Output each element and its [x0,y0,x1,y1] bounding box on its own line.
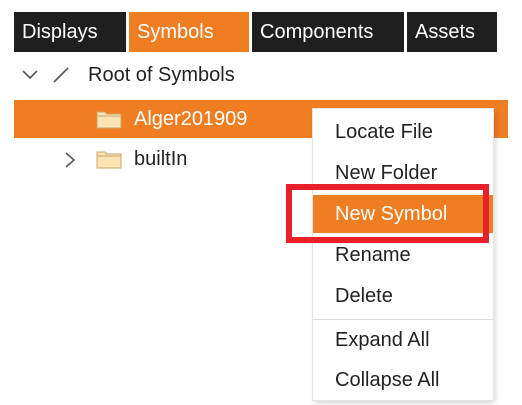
tree-root-row[interactable]: Root of Symbols [22,58,322,92]
slash-icon [52,67,69,83]
tree-item-builtin[interactable]: builtIn [62,142,282,176]
tree-item-label: builtIn [134,148,188,170]
tab-assets[interactable]: Assets [407,12,497,52]
context-menu: Locate File New Folder New Symbol Rename… [313,109,493,400]
menu-item-new-symbol[interactable]: New Symbol [313,195,493,233]
symbols-panel: Displays Symbols Components Assets Root … [0,0,522,405]
menu-item-new-folder[interactable]: New Folder [313,154,493,192]
menu-separator [313,319,493,320]
chevron-down-icon[interactable] [22,68,38,82]
tab-components[interactable]: Components [252,12,404,52]
tree-item-label: Alger201909 [134,108,248,130]
tab-symbols[interactable]: Symbols [129,12,249,52]
folder-icon [96,149,122,169]
menu-item-rename[interactable]: Rename [313,236,493,274]
chevron-right-icon[interactable] [64,152,78,168]
menu-item-locate-file[interactable]: Locate File [313,113,493,151]
folder-icon [96,109,122,129]
menu-item-expand-all[interactable]: Expand All [313,321,493,359]
tab-bar: Displays Symbols Components Assets [14,12,497,52]
tab-displays[interactable]: Displays [14,12,126,52]
menu-item-delete[interactable]: Delete [313,277,493,315]
menu-item-collapse-all[interactable]: Collapse All [313,361,493,399]
tree-root-label: Root of Symbols [88,64,235,86]
